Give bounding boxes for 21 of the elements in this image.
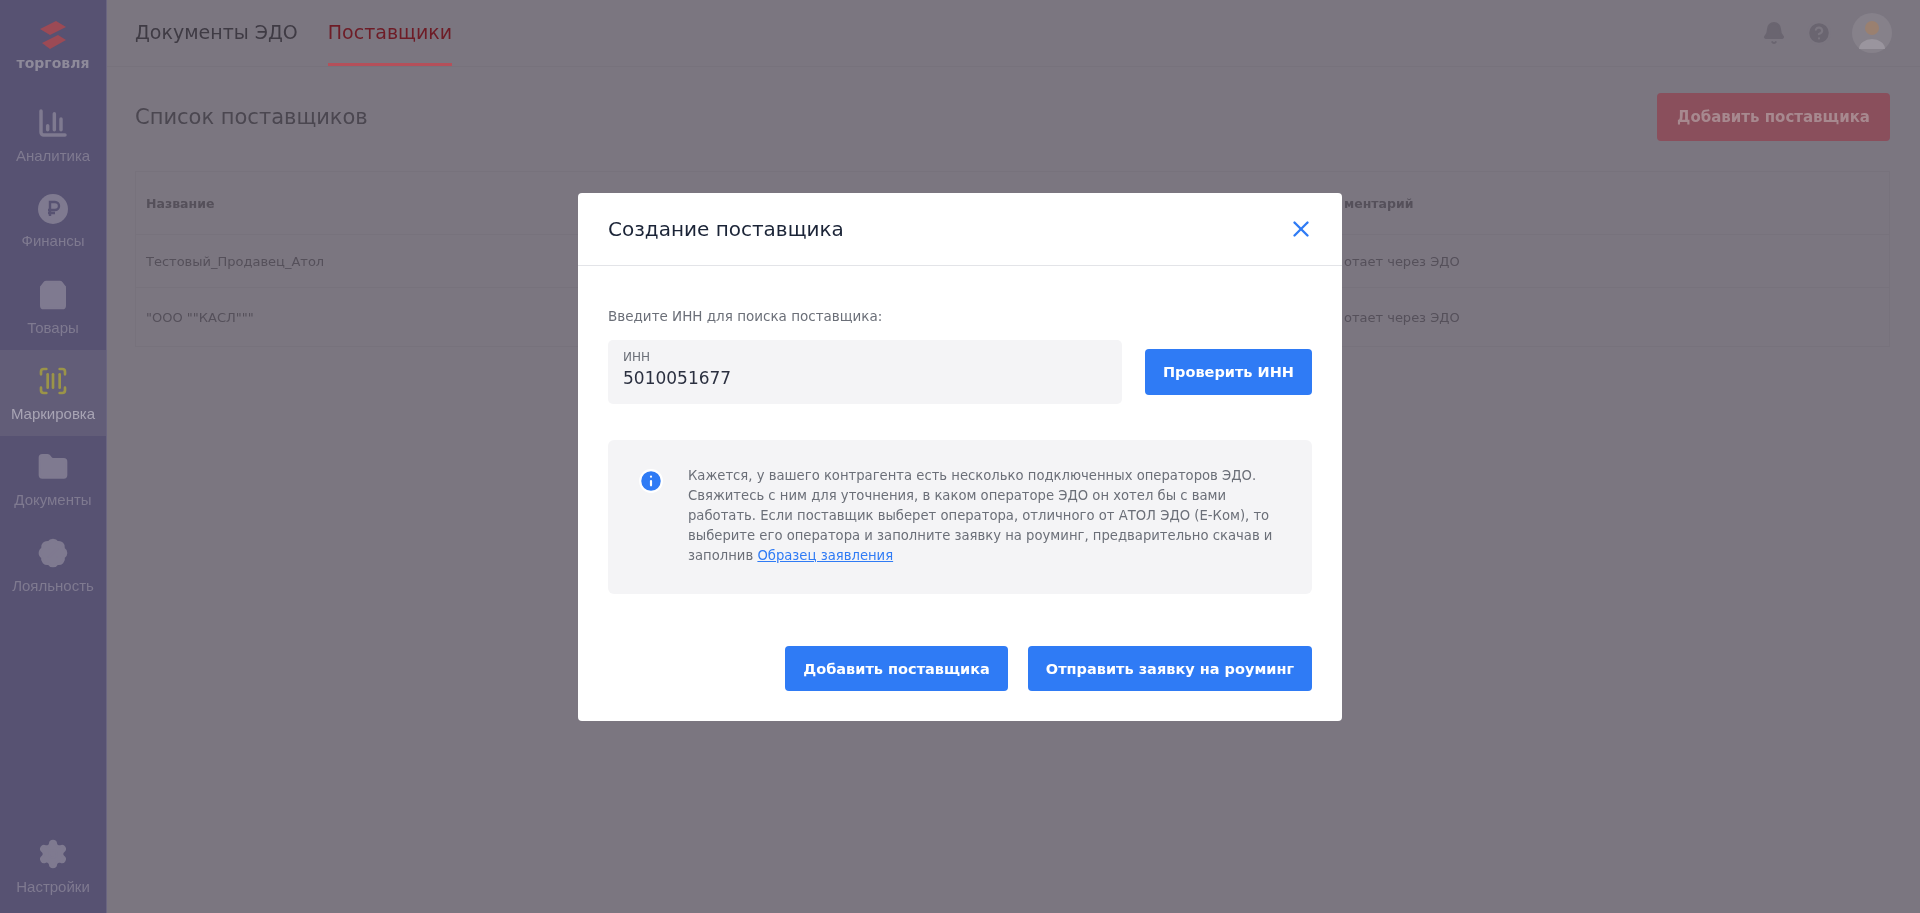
tab[interactable]: Документы ЭДО (135, 0, 298, 66)
add-supplier-button[interactable]: Добавить поставщика (1657, 93, 1890, 141)
logo-text: торговля (16, 55, 90, 71)
bar-chart-icon (37, 106, 69, 139)
prompt-text: Введите ИНН для поиска поставщика: (608, 308, 884, 324)
modal-title: Создание поставщика (608, 217, 844, 241)
settings-icon (37, 837, 69, 870)
send-roaming-button[interactable]: Отправить заявку на роуминг (1027, 646, 1312, 691)
info-text: Кажется, у вашего контрагента есть несколько подключенных операторов ЭДО. Свяжитесь с ним для уточнения, в каком операторе ЭДО он хотел бы с вами работать. Если поставщик выберет оператора, отличного от АТОЛ ЭДО (Е-Ком), то выберите его оператора и заполните заявку на роуминг, предварительно скачав и заполнив Образец заявления (688, 467, 1274, 565)
tab[interactable]: Поставщики (327, 0, 453, 66)
inn-field[interactable]: ИНН 5010051677 (608, 340, 1122, 404)
field-label: ИНН (623, 350, 652, 364)
info-icon (638, 468, 664, 494)
sidebar-item-label: Маркировка (10, 404, 96, 422)
check-inn-button[interactable]: Проверить ИНН (1144, 349, 1312, 395)
avatar[interactable] (1852, 13, 1892, 53)
sample-link[interactable]: Образец заявления (757, 548, 894, 563)
ruble-coin-icon (38, 193, 68, 224)
inn-input[interactable]: 5010051677 (623, 368, 1107, 388)
add-supplier-button[interactable]: Добавить поставщика (785, 646, 1008, 691)
sidebar-item[interactable]: Маркировка (0, 350, 106, 436)
